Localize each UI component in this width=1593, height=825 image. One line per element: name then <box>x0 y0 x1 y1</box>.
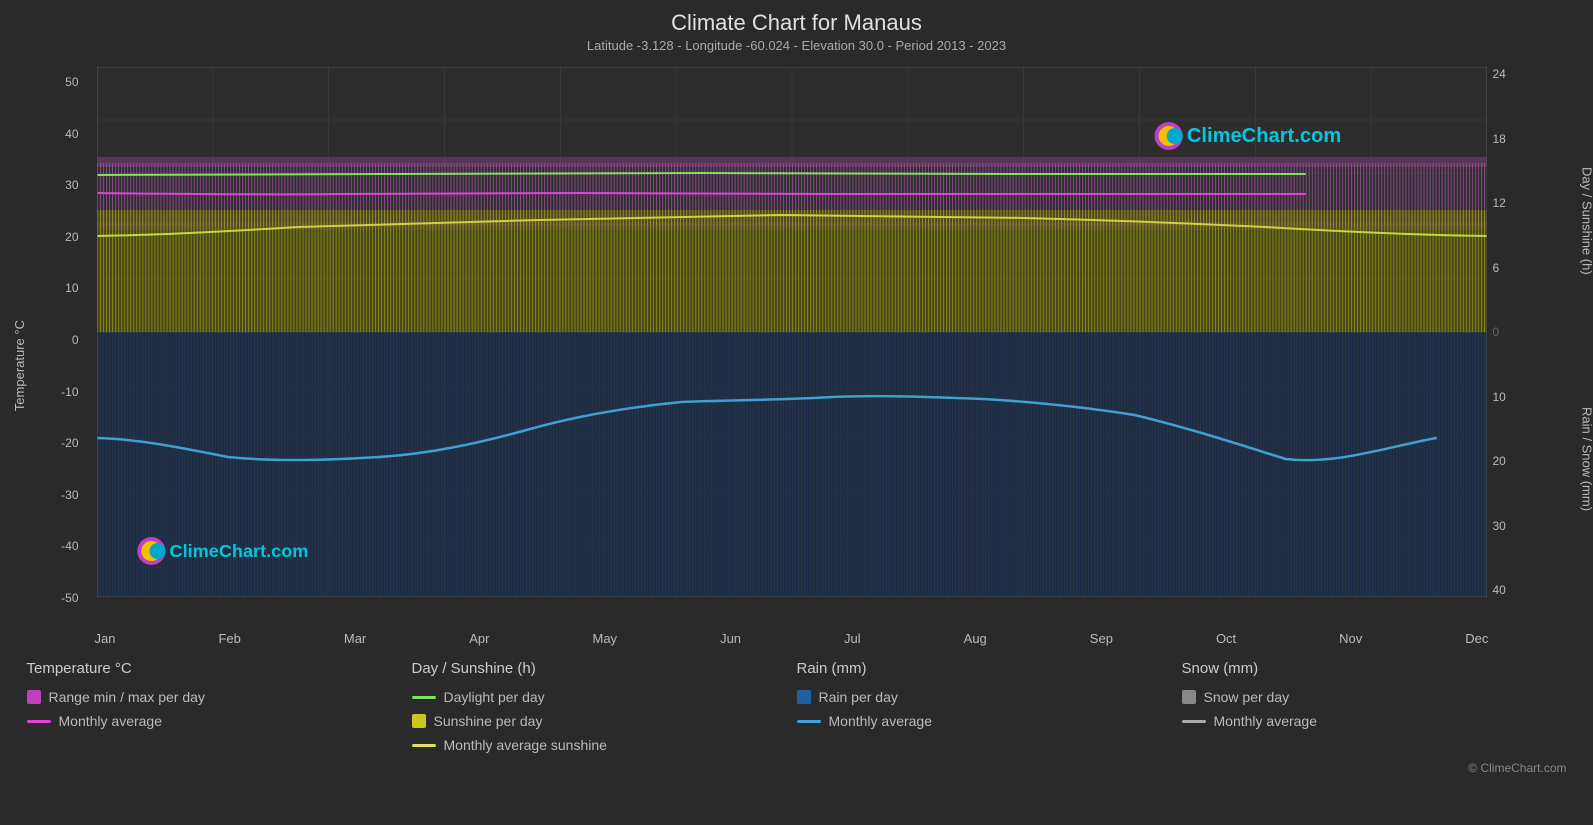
rain-rect-swatch <box>797 690 811 704</box>
chart-area: 50 40 30 20 10 0 -10 -20 -30 -40 -50 <box>27 59 1567 629</box>
x-tick-mar: Mar <box>344 631 366 646</box>
legend-label-temp-monthly: Monthly average <box>59 713 163 729</box>
legend-item-rain-monthly: Monthly average <box>797 713 1182 729</box>
legend-area: Temperature °C Range min / max per day M… <box>27 660 1567 775</box>
x-tick-jun: Jun <box>720 631 741 646</box>
y-tick-40: 40 <box>65 127 78 141</box>
y-tick-n30: -30 <box>61 488 78 502</box>
rain-monthly-swatch <box>797 720 821 723</box>
x-tick-feb: Feb <box>218 631 240 646</box>
y-tick-n10: -10 <box>61 385 78 399</box>
y-axis-right: 24 18 12 6 0 10 20 30 40 Day / Sunshine … <box>1487 67 1567 597</box>
legend-title-snow: Snow (mm) <box>1182 660 1567 677</box>
legend-item-snow-rect: Snow per day <box>1182 689 1567 705</box>
temp-monthly-swatch <box>27 720 51 723</box>
legend-label-sunshine-rect: Sunshine per day <box>434 713 543 729</box>
x-tick-nov: Nov <box>1339 631 1362 646</box>
legend-item-rain-rect: Rain per day <box>797 689 1182 705</box>
right-axis-label-rain: Rain / Snow (mm) <box>1580 407 1593 511</box>
y-tick-right-18: 18 <box>1493 132 1506 146</box>
legend-title-sunshine: Day / Sunshine (h) <box>412 660 797 677</box>
x-axis: Jan Feb Mar Apr May Jun Jul Aug Sep Oct … <box>27 631 1567 646</box>
legend-label-snow-monthly: Monthly average <box>1214 713 1318 729</box>
y-tick-right-12: 12 <box>1493 196 1506 210</box>
y-tick-right-30: 30 <box>1493 519 1506 533</box>
x-tick-aug: Aug <box>964 631 987 646</box>
page-wrapper: Climate Chart for Manaus Latitude -3.128… <box>0 0 1593 825</box>
snow-monthly-swatch <box>1182 720 1206 723</box>
legend-title-rain: Rain (mm) <box>797 660 1182 677</box>
right-axis-label-sunshine: Day / Sunshine (h) <box>1580 167 1593 275</box>
y-tick-n20: -20 <box>61 436 78 450</box>
legend-col-snow: Snow (mm) Snow per day Monthly average ©… <box>1182 660 1567 775</box>
x-tick-jul: Jul <box>844 631 861 646</box>
x-tick-sep: Sep <box>1090 631 1113 646</box>
legend-col-sunshine: Day / Sunshine (h) Daylight per day Suns… <box>412 660 797 775</box>
svg-text:ClimeChart.com: ClimeChart.com <box>169 541 308 561</box>
legend-item-snow-monthly: Monthly average <box>1182 713 1567 729</box>
y-tick-right-40: 40 <box>1493 583 1506 597</box>
snow-rect-swatch <box>1182 690 1196 704</box>
legend-item-sunshine-monthly: Monthly average sunshine <box>412 737 797 753</box>
legend-label-rain-rect: Rain per day <box>819 689 898 705</box>
legend-item-sunshine-rect: Sunshine per day <box>412 713 797 729</box>
legend-label-daylight: Daylight per day <box>444 689 545 705</box>
y-tick-right-20: 20 <box>1493 454 1506 468</box>
legend-col-rain: Rain (mm) Rain per day Monthly average <box>797 660 1182 775</box>
left-axis-label-temp: Temperature °C <box>12 320 27 411</box>
y-tick-n50: -50 <box>61 591 78 605</box>
x-tick-jan: Jan <box>95 631 116 646</box>
y-tick-0: 0 <box>72 333 79 347</box>
legend-label-temp-range: Range min / max per day <box>49 689 205 705</box>
legend-label-rain-monthly: Monthly average <box>829 713 933 729</box>
sunshine-rect-swatch <box>412 714 426 728</box>
copyright-text: © ClimeChart.com <box>1182 761 1567 775</box>
chart-title: Climate Chart for Manaus <box>671 10 922 36</box>
y-tick-20: 20 <box>65 230 78 244</box>
x-tick-oct: Oct <box>1216 631 1236 646</box>
legend-title-temp: Temperature °C <box>27 660 412 677</box>
sunshine-monthly-swatch <box>412 744 436 747</box>
y-tick-n40: -40 <box>61 539 78 553</box>
x-tick-may: May <box>593 631 618 646</box>
x-tick-apr: Apr <box>469 631 489 646</box>
daylight-swatch <box>412 696 436 699</box>
y-tick-right-24: 24 <box>1493 67 1506 81</box>
x-axis-months: Jan Feb Mar Apr May Jun Jul Aug Sep Oct … <box>85 631 1499 646</box>
chart-svg: ClimeChart.com ClimeChart.com <box>97 67 1487 597</box>
x-tick-dec: Dec <box>1465 631 1488 646</box>
chart-plot: ClimeChart.com ClimeChart.com <box>97 67 1487 597</box>
y-tick-right-0a: 0 <box>1493 325 1500 339</box>
temp-range-swatch <box>27 690 41 704</box>
y-tick-50: 50 <box>65 75 78 89</box>
y-tick-right-6: 6 <box>1493 261 1500 275</box>
chart-subtitle: Latitude -3.128 - Longitude -60.024 - El… <box>587 38 1006 53</box>
legend-label-snow-rect: Snow per day <box>1204 689 1290 705</box>
legend-col-temperature: Temperature °C Range min / max per day M… <box>27 660 412 775</box>
y-tick-10: 10 <box>65 281 78 295</box>
y-axis-left-ticks: 50 40 30 20 10 0 -10 -20 -30 -40 -50 <box>27 75 85 605</box>
legend-item-daylight: Daylight per day <box>412 689 797 705</box>
legend-item-temp-monthly: Monthly average <box>27 713 412 729</box>
legend-label-sunshine-monthly: Monthly average sunshine <box>444 737 607 753</box>
legend-item-temp-range: Range min / max per day <box>27 689 412 705</box>
svg-text:ClimeChart.com: ClimeChart.com <box>1186 125 1340 147</box>
y-tick-right-10: 10 <box>1493 390 1506 404</box>
y-axis-left: 50 40 30 20 10 0 -10 -20 -30 -40 -50 <box>27 67 97 597</box>
y-tick-30: 30 <box>65 178 78 192</box>
